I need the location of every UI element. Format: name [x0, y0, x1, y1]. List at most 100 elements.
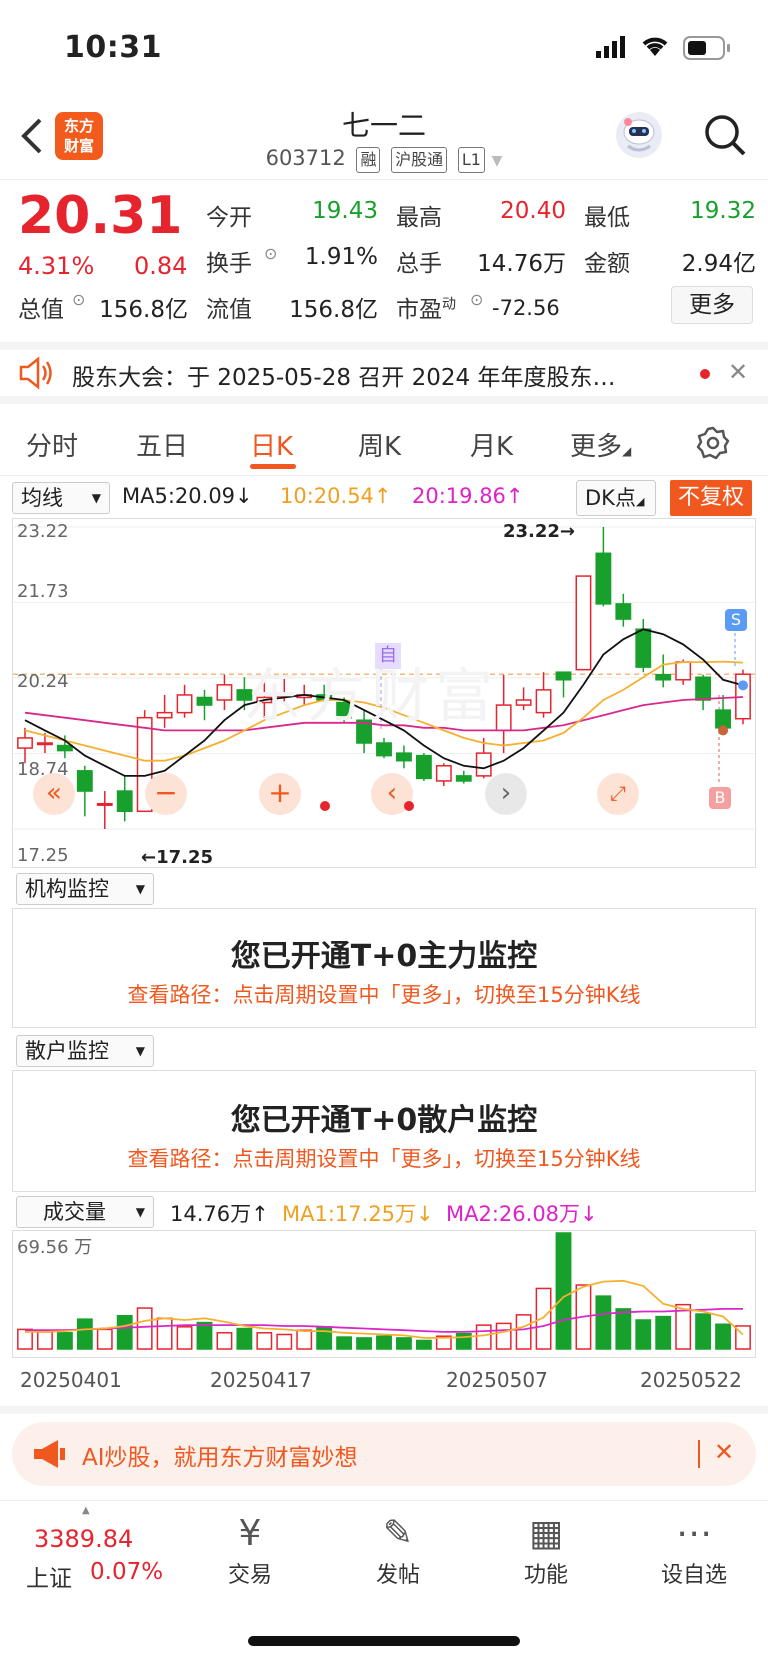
y-label-bottom: 17.25: [17, 845, 69, 866]
volume-bar: [316, 1326, 333, 1350]
candle-body: [535, 689, 552, 714]
index-value[interactable]: 3389.84: [34, 1525, 133, 1553]
zoom-out-icon[interactable]: −: [145, 773, 187, 815]
ai-promo-banner[interactable]: AI炒股，就用东方财富妙想 ✕: [12, 1422, 756, 1486]
low-value: 19.32: [690, 198, 756, 224]
chart-watermark: 东方财富: [243, 662, 500, 730]
yen-circle-icon: ¥: [238, 1513, 262, 1554]
scroll-right-icon[interactable]: ›: [485, 773, 527, 815]
candle-body: [635, 628, 652, 668]
volume-bar: [296, 1329, 313, 1350]
home-indicator: [248, 1636, 520, 1646]
volume-bar: [475, 1324, 492, 1350]
change-pct: 4.31%: [18, 252, 95, 280]
unread-dot: [700, 369, 710, 379]
volume-value: 14.76万: [477, 251, 566, 277]
volume-bar: [136, 1307, 153, 1350]
float-label: 流值: [206, 297, 252, 323]
high-label: 最高: [396, 205, 442, 231]
status-bar: 10:31: [0, 0, 768, 96]
tab-weekly-k[interactable]: 周K: [358, 426, 401, 463]
date-label: 20250401: [20, 1368, 122, 1392]
self-marker[interactable]: 自: [375, 643, 401, 669]
zoom-in-icon[interactable]: +: [259, 773, 301, 815]
low-label: 最低: [584, 205, 630, 231]
volume-bar: [56, 1332, 73, 1350]
candle-body: [17, 737, 33, 749]
float-value: 156.8亿: [289, 297, 378, 323]
signal-icon: [596, 36, 626, 58]
period-tabs: 分时 五日 日K 周K 月K 更多◢: [0, 412, 768, 476]
nav-functions[interactable]: ▦ 功能: [486, 1511, 606, 1589]
candle-body: [156, 711, 173, 719]
megaphone-icon: [32, 1438, 68, 1474]
candle-body: [595, 552, 612, 605]
volume-ma2: MA2:26.08万↓: [446, 1202, 598, 1226]
institution-monitor-select[interactable]: 机构监控 ▼: [16, 873, 154, 905]
close-icon[interactable]: ✕: [728, 358, 748, 386]
ma20-value: 20:19.86↑: [412, 484, 524, 508]
retail-monitor-hint: 查看路径：点击周期设置中「更多」，切换至15分钟K线: [127, 1147, 641, 1171]
change-value: 0.84: [134, 252, 188, 280]
candle-body: [655, 673, 672, 681]
retail-monitor-select[interactable]: 散户监控 ▼: [16, 1035, 154, 1067]
ai-promo-text: AI炒股，就用东方财富妙想: [82, 1445, 358, 1471]
volume-label: 总手: [396, 251, 442, 277]
buy-marker[interactable]: B: [709, 787, 731, 809]
event-dot[interactable]: [404, 801, 414, 811]
index-change: 0.07%: [90, 1559, 164, 1585]
event-dot[interactable]: [320, 801, 330, 811]
date-label: 20250507: [446, 1368, 548, 1392]
y-label-2: 21.73: [17, 581, 69, 602]
info-icon[interactable]: ⊙: [470, 290, 483, 309]
tab-five-day[interactable]: 五日: [136, 426, 188, 463]
volume-bar: [256, 1332, 273, 1350]
no-adjust-button[interactable]: 不复权: [670, 480, 752, 516]
nav-post[interactable]: ✎ 发帖: [338, 1511, 458, 1589]
volume-chart[interactable]: 69.56 万: [12, 1230, 756, 1358]
tab-more[interactable]: 更多◢: [570, 426, 631, 463]
kline-chart[interactable]: 东方财富 23.22 21.73 20.24 18.74 17.25 23.22…: [12, 518, 756, 868]
sell-marker[interactable]: S: [725, 609, 747, 631]
volume-bar: [695, 1313, 712, 1350]
nav-trade[interactable]: ¥ 交易: [190, 1511, 310, 1589]
banner-divider: [698, 1440, 700, 1468]
tab-intraday[interactable]: 分时: [26, 426, 78, 463]
volume-bar: [515, 1314, 532, 1350]
close-icon[interactable]: ✕: [714, 1438, 734, 1466]
robot-avatar-icon[interactable]: [616, 112, 662, 158]
index-caret-icon: ▲: [82, 1505, 90, 1516]
dk-point-select[interactable]: DK点◢: [576, 480, 656, 516]
settings-gear-icon[interactable]: [696, 426, 730, 464]
tab-daily-k[interactable]: 日K: [250, 426, 293, 463]
candle-body: [575, 575, 592, 671]
ma5-value: MA5:20.09↓: [122, 484, 253, 508]
date-label: 20250522: [640, 1368, 742, 1392]
edit-icon: ✎: [382, 1513, 414, 1554]
candle-body: [555, 671, 572, 681]
volume-bar: [595, 1295, 612, 1350]
volume-bar: [396, 1337, 412, 1350]
volume-bar: [356, 1337, 372, 1350]
volume-indicator-select[interactable]: 成交量 ▼: [16, 1196, 154, 1228]
fullscreen-icon[interactable]: ⤢: [597, 773, 639, 815]
tab-monthly-k[interactable]: 月K: [470, 426, 513, 463]
scroll-left-fast-icon[interactable]: «: [33, 773, 75, 815]
candle-body: [615, 603, 632, 620]
tag-level: L1: [457, 147, 485, 173]
candle-body: [715, 709, 731, 729]
volume-bar: [615, 1308, 632, 1350]
section-divider: [0, 1406, 768, 1414]
candle-body: [116, 790, 133, 813]
nav-add-watchlist[interactable]: ⋯ 设自选: [634, 1511, 754, 1589]
search-icon[interactable]: [702, 112, 748, 162]
low-marker: ←17.25: [141, 847, 214, 868]
status-time: 10:31: [64, 30, 162, 65]
candle-body: [515, 699, 532, 706]
more-button[interactable]: 更多: [671, 286, 753, 324]
volume-bar: [276, 1333, 293, 1350]
indicator-select[interactable]: 均线 ▼: [12, 482, 110, 514]
info-icon[interactable]: ⊙: [72, 290, 85, 309]
institution-monitor-panel: 您已开通T+0主力监控 查看路径：点击周期设置中「更多」，切换至15分钟K线: [12, 908, 756, 1028]
stock-code: 603712: [265, 146, 346, 170]
